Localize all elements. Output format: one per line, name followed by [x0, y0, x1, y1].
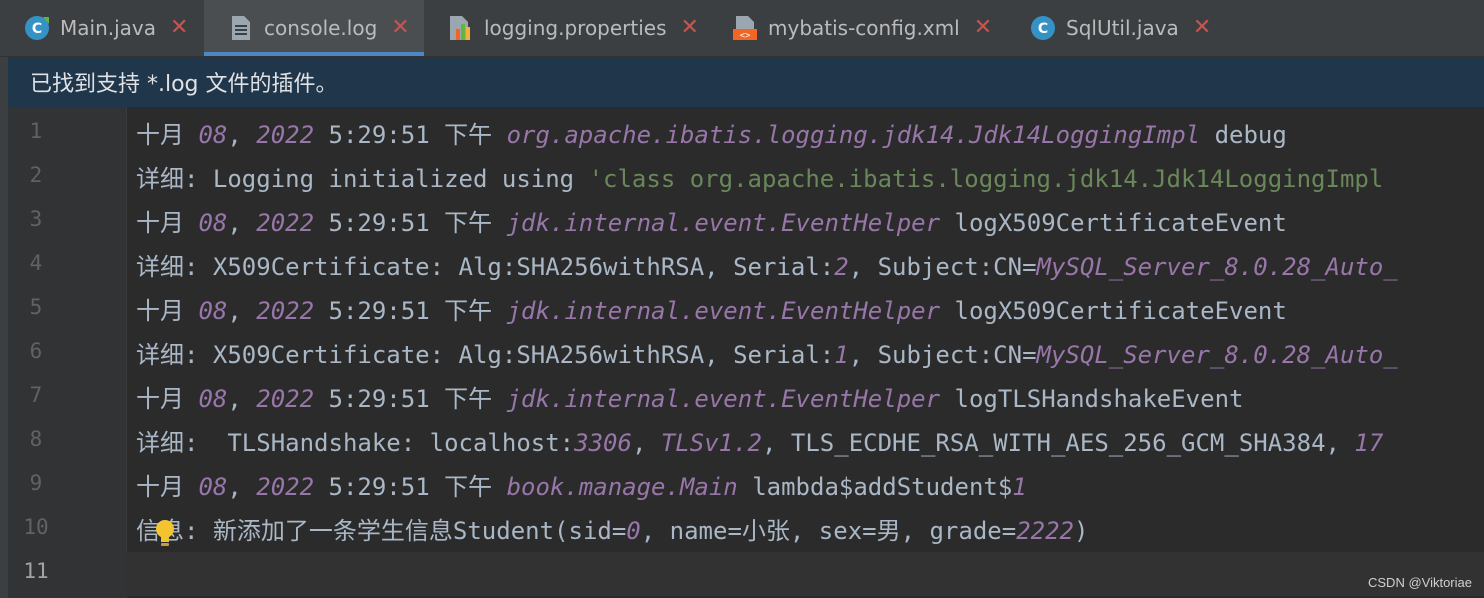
java-class-icon: C: [1030, 15, 1056, 41]
tab-label: SqlUtil.java: [1066, 16, 1179, 40]
xml-file-icon: <>: [732, 15, 758, 41]
active-tab-indicator: [204, 52, 424, 56]
log-line: 十月 08, 2022 5:29:51 下午 org.apache.ibatis…: [136, 121, 1287, 149]
log-line: 十月 08, 2022 5:29:51 下午 jdk.internal.even…: [136, 385, 1244, 413]
tab-label: console.log: [264, 16, 378, 40]
text-file-icon: [228, 15, 254, 41]
left-tool-strip: [0, 57, 8, 598]
log-line: 十月 08, 2022 5:29:51 下午 jdk.internal.even…: [136, 297, 1287, 325]
watermark: CSDN @Viktoriae: [1368, 575, 1472, 590]
line-number: 6: [29, 339, 43, 363]
line-number: 7: [29, 383, 43, 407]
current-line-highlight: [126, 552, 1484, 596]
tab-label: mybatis-config.xml: [768, 16, 960, 40]
close-icon[interactable]: ✕: [1193, 17, 1211, 39]
svg-text:C: C: [1038, 21, 1048, 37]
log-editor[interactable]: 十月 08, 2022 5:29:51 下午 org.apache.ibatis…: [126, 107, 1484, 598]
banner-text: 已找到支持 *.log 文件的插件。: [30, 72, 338, 97]
tab-mybatis-config-xml[interactable]: <> mybatis-config.xml ✕: [708, 0, 1006, 56]
line-number: 2: [29, 163, 43, 187]
line-number-current: 11: [23, 559, 49, 583]
editor-tab-bar: C Main.java ✕ console.log ✕ logging.prop…: [0, 0, 1484, 57]
close-icon[interactable]: ✕: [681, 17, 699, 39]
java-class-icon: C: [24, 15, 50, 41]
log-line: 详细: X509Certificate: Alg:SHA256withRSA, …: [136, 341, 1398, 369]
line-number: 3: [29, 207, 43, 231]
svg-text:<>: <>: [740, 31, 751, 41]
intention-lightbulb-icon[interactable]: [154, 519, 176, 549]
log-line: 信息: 新添加了一条学生信息Student(sid=0, name=小张, se…: [136, 517, 1089, 545]
close-icon[interactable]: ✕: [391, 17, 409, 39]
log-line: 详细: Logging initialized using 'class org…: [136, 165, 1384, 193]
tab-console-log[interactable]: console.log ✕: [204, 0, 424, 56]
close-icon[interactable]: ✕: [170, 17, 188, 39]
tab-sqlutil-java[interactable]: C SqlUtil.java ✕: [1006, 0, 1228, 56]
line-number: 10: [23, 515, 49, 539]
line-number-gutter: 1 2 3 4 5 6 7 8 9 10 11: [8, 107, 127, 598]
line-number: 9: [29, 471, 43, 495]
line-number: 1: [29, 119, 43, 143]
plugin-suggestion-banner[interactable]: 已找到支持 *.log 文件的插件。: [8, 57, 1484, 107]
line-number: 4: [29, 251, 43, 275]
log-line: 详细: X509Certificate: Alg:SHA256withRSA, …: [136, 253, 1398, 281]
log-line: 十月 08, 2022 5:29:51 下午 jdk.internal.even…: [136, 209, 1287, 237]
log-line: 十月 08, 2022 5:29:51 下午 book.manage.Main …: [136, 473, 1027, 501]
log-line: 详细: TLSHandshake: localhost:3306, TLSv1.…: [136, 429, 1384, 457]
tab-label: logging.properties: [484, 16, 667, 40]
tab-logging-properties[interactable]: logging.properties ✕: [424, 0, 708, 56]
close-icon[interactable]: ✕: [974, 17, 992, 39]
tab-main-java[interactable]: C Main.java ✕: [0, 0, 204, 56]
line-number: 8: [29, 427, 43, 451]
line-number: 5: [29, 295, 43, 319]
svg-text:C: C: [32, 21, 42, 37]
tab-label: Main.java: [60, 16, 157, 40]
properties-file-icon: [448, 15, 474, 41]
